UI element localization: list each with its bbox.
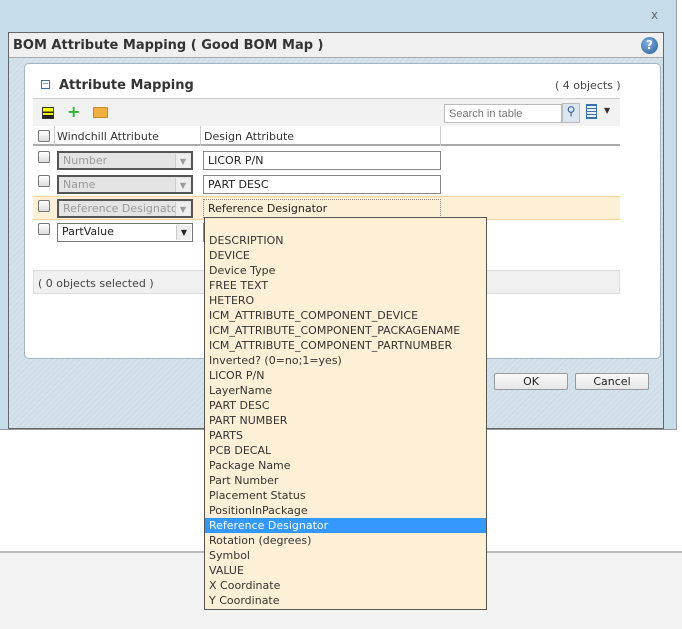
divider — [54, 126, 55, 146]
design-attribute-input[interactable]: PART DESC — [203, 175, 441, 194]
dropdown-option[interactable]: VALUE — [205, 563, 486, 578]
select-all-icon[interactable] — [42, 107, 54, 119]
dropdown-option[interactable]: ICM_ATTRIBUTE_COMPONENT_DEVICE — [205, 308, 486, 323]
row-checkbox[interactable] — [38, 175, 50, 187]
divider — [200, 126, 201, 146]
panel-title: Attribute Mapping — [59, 78, 194, 93]
dropdown-option[interactable]: LayerName — [205, 383, 486, 398]
select-all-checkbox[interactable] — [38, 130, 50, 142]
dropdown-option[interactable]: PositionInPackage — [205, 503, 486, 518]
select-value: Reference Designator — [63, 202, 183, 215]
divider — [440, 126, 441, 146]
search-icon[interactable]: ⚲ — [562, 103, 580, 123]
row-checkbox[interactable] — [38, 223, 50, 235]
dropdown-option[interactable]: ICM_ATTRIBUTE_COMPONENT_PACKAGENAME — [205, 323, 486, 338]
dialog-title: BOM Attribute Mapping ( Good BOM Map ) — [9, 33, 663, 58]
dropdown-option[interactable]: Y Coordinate — [205, 593, 486, 608]
object-count: ( 4 objects ) — [555, 79, 621, 92]
dropdown-option[interactable]: PART NUMBER — [205, 413, 486, 428]
windchill-attribute-select: Number ▼ — [57, 151, 193, 170]
dropdown-option[interactable]: DEVICE — [205, 248, 486, 263]
dropdown-option[interactable]: HETERO — [205, 293, 486, 308]
select-value: PartValue — [62, 225, 114, 238]
close-button[interactable]: x — [651, 8, 658, 22]
collapse-icon[interactable]: − — [41, 80, 50, 89]
table-view-icon[interactable] — [586, 104, 597, 119]
dropdown-option[interactable]: ICM_ATTRIBUTE_COMPONENT_PARTNUMBER — [205, 338, 486, 353]
chevron-down-icon: ▼ — [175, 154, 190, 168]
dropdown-option[interactable]: PART DESC — [205, 398, 486, 413]
dropdown-option[interactable]: Part Number — [205, 473, 486, 488]
dropdown-option[interactable]: Symbol — [205, 548, 486, 563]
windchill-attribute-select[interactable]: PartValue ▼ — [57, 223, 193, 242]
open-folder-icon[interactable] — [93, 107, 108, 118]
search-input[interactable] — [444, 104, 562, 123]
select-value: Name — [63, 178, 96, 191]
help-icon[interactable]: ? — [641, 37, 658, 54]
chevron-down-icon: ▼ — [175, 178, 190, 192]
row-checkbox[interactable] — [38, 200, 50, 212]
dropdown-option[interactable]: X Coordinate — [205, 578, 486, 593]
dropdown-option[interactable]: LICOR P/N — [205, 368, 486, 383]
dropdown-option[interactable]: Reference Designator — [205, 518, 486, 533]
dropdown-option[interactable]: PARTS — [205, 428, 486, 443]
column-header-windchill[interactable]: Windchill Attribute — [57, 130, 159, 143]
windchill-attribute-select: Name ▼ — [57, 175, 193, 194]
ok-button[interactable]: OK — [494, 373, 568, 390]
dropdown-option[interactable]: Package Name — [205, 458, 486, 473]
design-attribute-combo[interactable]: Reference Designator — [203, 199, 441, 218]
add-icon[interactable]: + — [67, 102, 80, 121]
dropdown-option[interactable]: Device Type — [205, 263, 486, 278]
dropdown-option[interactable]: FREE TEXT — [205, 278, 486, 293]
design-attribute-input[interactable]: LICOR P/N — [203, 151, 441, 170]
dropdown-option[interactable]: DESCRIPTION — [205, 233, 486, 248]
windchill-attribute-select: Reference Designator ▼ — [57, 199, 193, 218]
cancel-button[interactable]: Cancel — [575, 373, 649, 390]
design-attribute-dropdown-list[interactable]: DESCRIPTION DEVICE Device Type FREE TEXT HET… — [204, 217, 487, 610]
row-checkbox[interactable] — [38, 151, 50, 163]
select-value: Number — [63, 154, 108, 167]
dropdown-option[interactable]: Rotation (degrees) — [205, 533, 486, 548]
dropdown-option[interactable]: Placement Status — [205, 488, 486, 503]
table-row: Name ▼ PART DESC — [33, 172, 620, 196]
table-row: Number ▼ LICOR P/N — [33, 148, 620, 172]
chevron-down-icon: ▼ — [176, 225, 191, 240]
view-menu-chevron-icon[interactable]: ▼ — [604, 106, 610, 115]
dropdown-option[interactable]: Inverted? (0=no;1=yes) — [205, 353, 486, 368]
chevron-down-icon: ▼ — [175, 202, 190, 216]
column-header-design[interactable]: Design Attribute — [204, 130, 294, 143]
dropdown-option[interactable]: PCB DECAL — [205, 443, 486, 458]
